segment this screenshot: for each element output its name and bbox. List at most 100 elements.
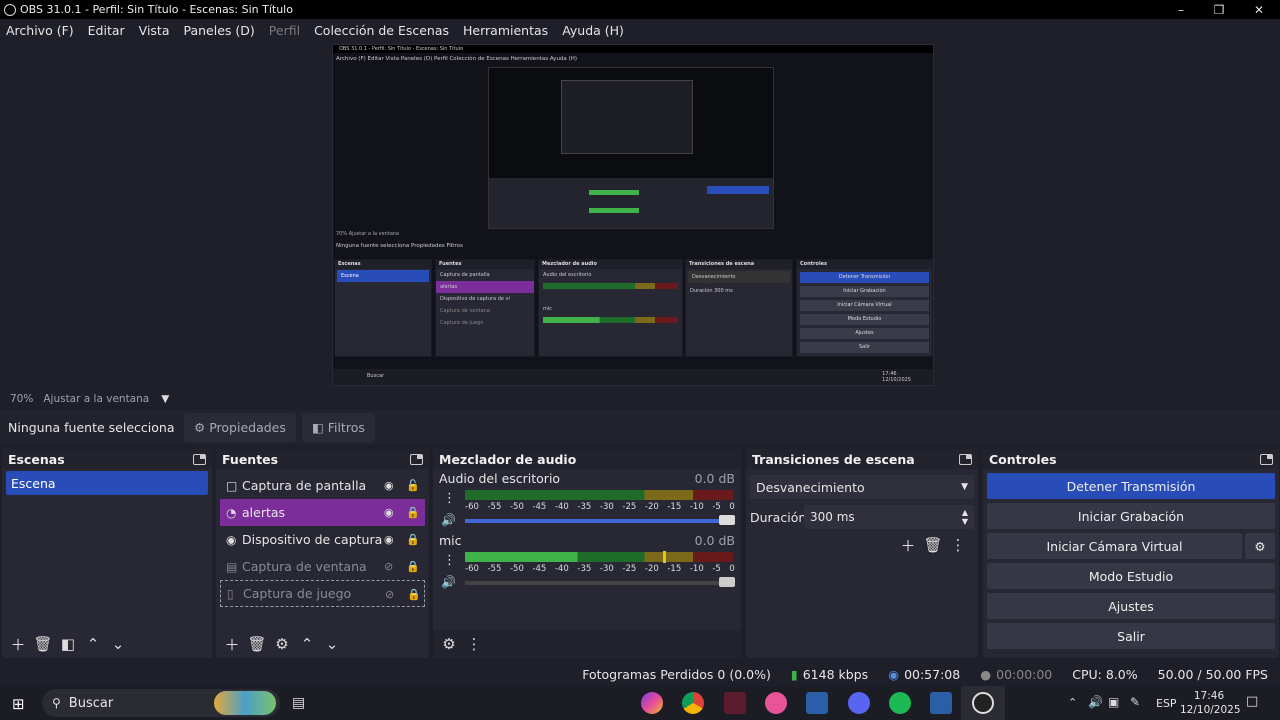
duration-spinbox[interactable]: 300 ms ▲ ▼	[804, 505, 974, 529]
source-item[interactable]: ▤ Captura de ventana ⊘ 🔒	[220, 553, 425, 580]
chrome-profile-icon[interactable]	[848, 692, 870, 714]
preview-canvas[interactable]: OBS 31.0.1 - Perfil: Sin Título - Escena…	[332, 44, 934, 386]
meter-tick-label: -55	[487, 564, 502, 574]
undock-icon[interactable]	[1260, 453, 1273, 465]
menu-paneles[interactable]: Paneles (D)	[184, 23, 255, 38]
eye-icon[interactable]: ◉	[384, 479, 398, 492]
exit-button[interactable]: Salir	[987, 623, 1275, 649]
volume-slider[interactable]	[465, 581, 735, 585]
lock-icon[interactable]: 🔒	[407, 588, 421, 601]
undock-icon[interactable]	[959, 453, 972, 465]
transition-select[interactable]: Desvanecimiento ▼	[750, 475, 974, 499]
taskbar-search[interactable]: ⚲ Buscar	[42, 689, 280, 717]
eye-icon[interactable]: ◉	[384, 533, 398, 546]
filters-button[interactable]: ◧ Filtros	[301, 413, 375, 442]
task-view-icon[interactable]: ▤	[292, 695, 305, 711]
remove-scene-button[interactable]: 🗑	[31, 632, 55, 656]
lock-icon[interactable]: 🔒	[406, 560, 420, 573]
game-icon[interactable]	[806, 692, 828, 714]
menu-herramientas[interactable]: Herramientas	[463, 23, 548, 38]
zoom-fit-dropdown[interactable]: Ajustar a la ventana ▼	[43, 393, 169, 405]
notifications-icon[interactable]: □	[1246, 694, 1258, 709]
menu-editar[interactable]: Editar	[88, 23, 125, 38]
source-item[interactable]: ◉ Dispositivo de captura de vi ◉ 🔒	[220, 526, 425, 553]
spinner-icon[interactable]: ▲ ▼	[962, 508, 968, 526]
speaker-icon[interactable]: 🔊	[441, 575, 456, 589]
source-properties-button[interactable]: ⚙	[270, 632, 294, 656]
unlock-icon[interactable]: 🔓	[406, 479, 420, 492]
volume-handle[interactable]	[719, 515, 735, 525]
audio-mixer-dock: Mezclador de audio Audio del escritorio 0…	[433, 449, 741, 658]
obs-taskbar-icon[interactable]	[972, 692, 994, 714]
channel-menu-icon[interactable]: ⋮	[443, 553, 456, 568]
mixer-settings-button[interactable]: ⚙	[437, 632, 461, 656]
volume-slider[interactable]	[465, 519, 735, 523]
move-down-button[interactable]: ⌄	[106, 632, 130, 656]
windows-start-icon[interactable]: ⊞	[12, 695, 25, 713]
eye-icon[interactable]: ◉	[384, 506, 398, 519]
undock-icon[interactable]	[410, 453, 423, 465]
meter-tick-label: -60	[465, 502, 479, 512]
spotify-icon[interactable]	[889, 692, 911, 714]
chrome-icon[interactable]	[682, 692, 704, 714]
menu-perfil[interactable]: Perfil	[269, 23, 300, 38]
start-recording-button[interactable]: Iniciar Grabación	[987, 503, 1275, 529]
virtual-camera-settings-button[interactable]: ⚙	[1245, 533, 1275, 559]
source-item[interactable]: ▯ Captura de juego ⊘ 🔒	[220, 580, 425, 607]
camera-icon: ◉	[226, 532, 237, 547]
eye-slash-icon[interactable]: ⊘	[384, 560, 398, 573]
stop-stream-button[interactable]: Detener Transmisión	[987, 473, 1275, 499]
move-up-button[interactable]: ⌃	[81, 632, 105, 656]
osu-icon[interactable]	[765, 692, 787, 714]
source-label: Captura de ventana	[242, 559, 367, 574]
menu-archivo[interactable]: Archivo (F)	[6, 23, 74, 38]
start-virtual-camera-button[interactable]: Iniciar Cámara Virtual	[987, 533, 1242, 559]
pen-icon[interactable]: ✎	[1130, 695, 1140, 709]
scene-item[interactable]: Escena	[6, 471, 208, 495]
lock-icon[interactable]: 🔒	[406, 533, 420, 546]
minimize-button[interactable]: –	[1166, 0, 1196, 19]
mixer-menu-button[interactable]: ⋮	[462, 632, 486, 656]
language-indicator[interactable]: ESP	[1156, 697, 1177, 710]
move-up-button[interactable]: ⌃	[295, 632, 319, 656]
meter-tick-label: 0	[729, 564, 735, 574]
restore-button[interactable]: ❐	[1204, 0, 1234, 19]
meter-tick-label: -10	[689, 564, 704, 574]
menu-coleccion-escenas[interactable]: Colección de Escenas	[314, 23, 449, 38]
scene-filters-button[interactable]: ◧	[56, 632, 80, 656]
meter-tick-label: -50	[509, 564, 524, 574]
eye-slash-icon[interactable]: ⊘	[385, 588, 399, 601]
search-highlight-image	[214, 691, 276, 715]
mini-preview	[488, 67, 774, 229]
volume-icon[interactable]: 🔊	[1088, 695, 1103, 709]
move-down-button[interactable]: ⌄	[320, 632, 344, 656]
controls-title: Controles	[989, 451, 1057, 467]
launcher-icon[interactable]	[930, 692, 952, 714]
close-button[interactable]: ✕	[1244, 0, 1274, 19]
remove-source-button[interactable]: 🗑	[245, 632, 269, 656]
speaker-icon[interactable]: 🔊	[441, 513, 456, 527]
menu-ayuda[interactable]: Ayuda (H)	[562, 23, 624, 38]
add-transition-button[interactable]: ＋	[896, 533, 920, 557]
settings-button[interactable]: Ajustes	[987, 593, 1275, 619]
transition-menu-button[interactable]: ⋮	[946, 533, 970, 557]
sources-dock: Fuentes □ Captura de pantalla ◉ 🔓 ◔ aler…	[216, 449, 429, 658]
app-icon[interactable]	[724, 692, 746, 714]
channel-menu-icon[interactable]: ⋮	[443, 491, 456, 506]
source-item[interactable]: □ Captura de pantalla ◉ 🔓	[220, 472, 425, 499]
meter-tick-label: -45	[532, 564, 547, 574]
undock-icon[interactable]	[193, 453, 206, 465]
menu-vista[interactable]: Vista	[139, 23, 170, 38]
add-source-button[interactable]: ＋	[220, 632, 244, 656]
clock[interactable]: 17:46 12/10/2025	[1180, 689, 1241, 717]
lock-icon[interactable]: 🔒	[406, 506, 420, 519]
remove-transition-button[interactable]: 🗑	[921, 533, 945, 557]
tray-chevron-icon[interactable]: ⌃	[1068, 696, 1077, 709]
properties-button[interactable]: ⚙ Propiedades	[184, 413, 296, 442]
copilot-icon[interactable]	[641, 692, 663, 714]
studio-mode-button[interactable]: Modo Estudio	[987, 563, 1275, 589]
source-item[interactable]: ◔ alertas ◉ 🔒	[220, 499, 425, 526]
volume-handle[interactable]	[719, 577, 735, 587]
display-icon[interactable]: ▣	[1108, 695, 1119, 709]
add-scene-button[interactable]: ＋	[6, 632, 30, 656]
